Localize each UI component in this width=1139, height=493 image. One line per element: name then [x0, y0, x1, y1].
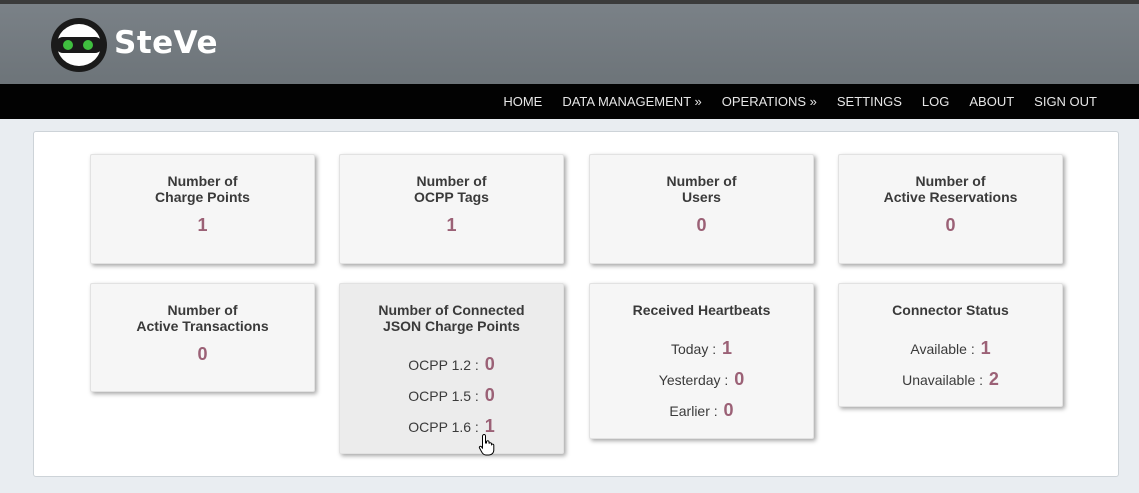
hand-cursor-icon [478, 434, 495, 456]
card-title-line1: Number of Connected [378, 302, 525, 318]
card-connected-json-charge-points[interactable]: Number of Connected JSON Charge Points O… [339, 283, 564, 454]
card-title-line2: Users [682, 189, 721, 205]
navbar: HOME DATA MANAGEMENT » OPERATIONS » SETT… [0, 84, 1139, 119]
card-title-line1: Number of [416, 173, 487, 189]
steve-logo-icon[interactable] [49, 16, 109, 74]
card-charge-points[interactable]: Number of Charge Points 1 [90, 154, 315, 264]
nav-log[interactable]: LOG [922, 94, 949, 109]
charge-points-count: 1 [197, 215, 208, 235]
stat-rows: Available : 1 Unavailable : 2 [839, 333, 1062, 395]
stat-value: 0 [484, 354, 495, 374]
card-title-line1: Number of [167, 302, 238, 318]
app-name[interactable]: SteVe [114, 25, 218, 61]
stat-row: OCPP 1.2 : 0 [340, 349, 563, 380]
stat-value: 1 [722, 338, 733, 358]
header: SteVe [0, 4, 1139, 84]
stat-row: OCPP 1.6 : 1 [340, 411, 563, 442]
stat-label: OCPP 1.5 : [408, 388, 479, 404]
card-active-reservations[interactable]: Number of Active Reservations 0 [838, 154, 1063, 264]
card-title: Received Heartbeats [632, 302, 771, 318]
stat-label: Yesterday : [658, 372, 729, 388]
stat-row: Yesterday : 0 [590, 364, 813, 395]
card-title: Number of Users [590, 173, 813, 205]
card-title-line2: Charge Points [155, 189, 250, 205]
card-title: Number of OCPP Tags [340, 173, 563, 205]
nav-settings[interactable]: SETTINGS [837, 94, 902, 109]
ocpp-tags-count: 1 [446, 215, 457, 235]
card-title-line1: Number of [915, 173, 986, 189]
reservations-count: 0 [945, 215, 956, 235]
nav-about[interactable]: ABOUT [969, 94, 1014, 109]
stat-rows: Today : 1 Yesterday : 0 Earlier : 0 [590, 333, 813, 426]
card-ocpp-tags[interactable]: Number of OCPP Tags 1 [339, 154, 564, 264]
stat-label: Earlier : [669, 403, 718, 419]
stat-label: OCPP 1.2 : [408, 357, 479, 373]
users-count: 0 [696, 215, 707, 235]
dashboard-panel: Number of Charge Points 1 Number of OCPP… [33, 131, 1119, 477]
card-title-line1: Number of [167, 173, 238, 189]
stat-label: OCPP 1.6 : [408, 419, 479, 435]
stat-label: Today : [670, 341, 717, 357]
stat-value: 0 [723, 400, 734, 420]
card-users[interactable]: Number of Users 0 [589, 154, 814, 264]
card-title: Number of Connected JSON Charge Points [340, 302, 563, 334]
card-title-line2: Active Transactions [136, 318, 269, 334]
nav-sign-out[interactable]: SIGN OUT [1034, 94, 1097, 109]
card-title: Number of Charge Points [91, 173, 314, 205]
stat-value: 0 [484, 385, 495, 405]
transactions-count: 0 [197, 344, 208, 364]
stat-row: OCPP 1.5 : 0 [340, 380, 563, 411]
stat-value: 2 [988, 369, 999, 389]
card-title: Number of Active Transactions [91, 302, 314, 334]
nav-data-management[interactable]: DATA MANAGEMENT » [562, 94, 701, 109]
card-active-transactions[interactable]: Number of Active Transactions 0 [90, 283, 315, 392]
stat-row: Today : 1 [590, 333, 813, 364]
stat-value: 1 [980, 338, 991, 358]
stat-rows: OCPP 1.2 : 0 OCPP 1.5 : 0 OCPP 1.6 : 1 [340, 349, 563, 442]
card-connector-status[interactable]: Connector Status Available : 1 Unavailab… [838, 283, 1063, 407]
stat-label: Available : [910, 341, 975, 357]
nav-menu: HOME DATA MANAGEMENT » OPERATIONS » SETT… [483, 84, 1097, 119]
card-title-line1: Number of [666, 173, 737, 189]
stat-value: 1 [484, 416, 495, 436]
card-title-line2: Active Reservations [883, 189, 1018, 205]
stat-label: Unavailable : [902, 372, 984, 388]
nav-home[interactable]: HOME [503, 94, 542, 109]
stat-row: Earlier : 0 [590, 395, 813, 426]
nav-operations[interactable]: OPERATIONS » [722, 94, 817, 109]
stat-value: 0 [734, 369, 745, 389]
card-title: Connector Status [892, 302, 1009, 318]
card-title: Number of Active Reservations [839, 173, 1062, 205]
card-received-heartbeats[interactable]: Received Heartbeats Today : 1 Yesterday … [589, 283, 814, 439]
card-title-line2: JSON Charge Points [383, 318, 520, 334]
card-title-line2: OCPP Tags [414, 189, 489, 205]
stat-row: Available : 1 [839, 333, 1062, 364]
stat-row: Unavailable : 2 [839, 364, 1062, 395]
